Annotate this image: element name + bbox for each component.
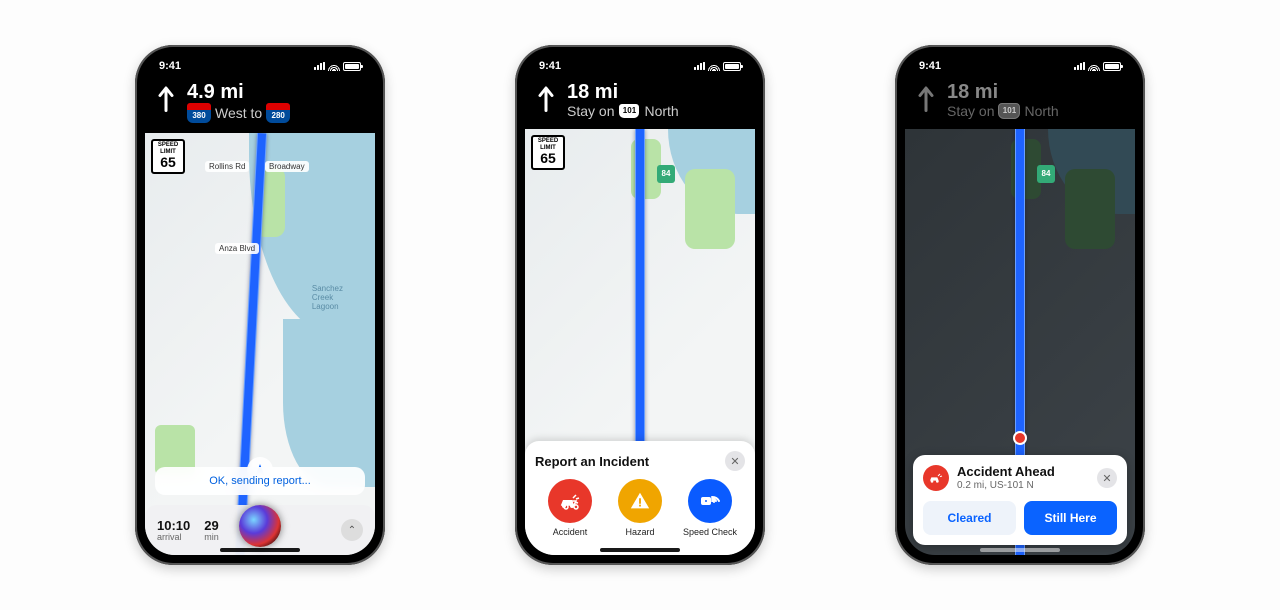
turn-arrow-icon xyxy=(915,81,937,115)
cellular-icon xyxy=(314,62,325,70)
status-time: 9:41 xyxy=(159,60,181,72)
siri-toast: OK, sending report... xyxy=(155,467,365,495)
siri-orb-icon[interactable] xyxy=(239,505,281,547)
map-view[interactable]: 84 Accident Ahead 0.2 mi, US-101 N ✕ Cle… xyxy=(905,129,1135,555)
wifi-icon xyxy=(708,62,720,71)
wifi-icon xyxy=(1088,62,1100,71)
battery-icon xyxy=(1103,62,1121,71)
cleared-button[interactable]: Cleared xyxy=(923,501,1016,535)
eta-arrival: 10:10 arrival xyxy=(157,519,190,542)
map-label: Sanchez Creek Lagoon xyxy=(308,283,347,312)
close-icon[interactable]: ✕ xyxy=(1097,468,1117,488)
nav-distance: 4.9 mi xyxy=(187,81,290,103)
battery-icon xyxy=(343,62,361,71)
interstate-shield-icon: 280 xyxy=(266,103,290,123)
us-route-shield-icon: 101 xyxy=(998,103,1020,119)
map-label: Anza Blvd xyxy=(215,243,259,254)
phone-accident-ahead: 9:41 18 mi Stay on 101 North xyxy=(895,45,1145,565)
report-speedcheck-button[interactable]: Speed Check xyxy=(680,479,740,537)
state-route-shield-icon: 84 xyxy=(1037,165,1055,183)
nav-banner[interactable]: 18 mi Stay on 101 North xyxy=(905,77,1135,129)
cellular-icon xyxy=(1074,62,1085,70)
map-view[interactable]: SPEED LIMIT 65 Rollins Rd Broadway Anza … xyxy=(145,133,375,555)
eta-minutes: 29 min xyxy=(204,519,219,542)
map-view[interactable]: 84 SPEED LIMIT 65 Report an Incident ✕ A… xyxy=(525,129,755,555)
report-accident-button[interactable]: Accident xyxy=(540,479,600,537)
accident-icon xyxy=(923,465,949,491)
home-indicator[interactable] xyxy=(980,548,1060,552)
report-hazard-button[interactable]: Hazard xyxy=(610,479,670,537)
phone-siri-report: 9:41 4.9 mi 380 West to 280 xyxy=(135,45,385,565)
hazard-icon xyxy=(618,479,662,523)
still-here-button[interactable]: Still Here xyxy=(1024,501,1117,535)
incident-marker-icon[interactable] xyxy=(1013,431,1027,445)
report-incident-sheet: Report an Incident ✕ Accident Haz xyxy=(525,441,755,555)
speed-check-icon xyxy=(688,479,732,523)
battery-icon xyxy=(723,62,741,71)
home-indicator[interactable] xyxy=(220,548,300,552)
state-route-shield-icon: 84 xyxy=(657,165,675,183)
status-time: 9:41 xyxy=(539,60,561,72)
speed-limit-sign: SPEED LIMIT 65 xyxy=(531,135,565,170)
nav-direction: Stay on 101 North xyxy=(947,103,1059,119)
wifi-icon xyxy=(328,62,340,71)
speed-limit-sign: SPEED LIMIT 65 xyxy=(151,139,185,174)
phone-report-incident: 9:41 18 mi Stay on 101 North xyxy=(515,45,765,565)
status-time: 9:41 xyxy=(919,60,941,72)
alert-title: Accident Ahead xyxy=(957,465,1055,479)
us-route-shield-icon: 101 xyxy=(618,103,640,119)
map-label: Broadway xyxy=(265,161,309,172)
turn-arrow-icon xyxy=(535,81,557,115)
notch xyxy=(210,55,310,77)
nav-distance: 18 mi xyxy=(567,81,679,103)
nav-banner[interactable]: 18 mi Stay on 101 North xyxy=(525,77,755,129)
sheet-title: Report an Incident xyxy=(535,454,649,469)
nav-distance: 18 mi xyxy=(947,81,1059,103)
turn-arrow-icon xyxy=(155,81,177,115)
interstate-shield-icon: 380 xyxy=(187,103,211,123)
close-icon[interactable]: ✕ xyxy=(725,451,745,471)
notch xyxy=(590,55,690,77)
accident-alert-card: Accident Ahead 0.2 mi, US-101 N ✕ Cleare… xyxy=(913,455,1127,545)
notch xyxy=(970,55,1070,77)
accident-icon xyxy=(548,479,592,523)
cellular-icon xyxy=(694,62,705,70)
chevron-up-icon[interactable]: ⌃ xyxy=(341,519,363,541)
alert-subtitle: 0.2 mi, US-101 N xyxy=(957,480,1055,491)
nav-banner[interactable]: 4.9 mi 380 West to 280 xyxy=(145,77,375,133)
home-indicator[interactable] xyxy=(600,548,680,552)
nav-direction: Stay on 101 North xyxy=(567,103,679,119)
nav-direction: 380 West to 280 xyxy=(187,103,290,123)
map-label: Rollins Rd xyxy=(205,161,249,172)
